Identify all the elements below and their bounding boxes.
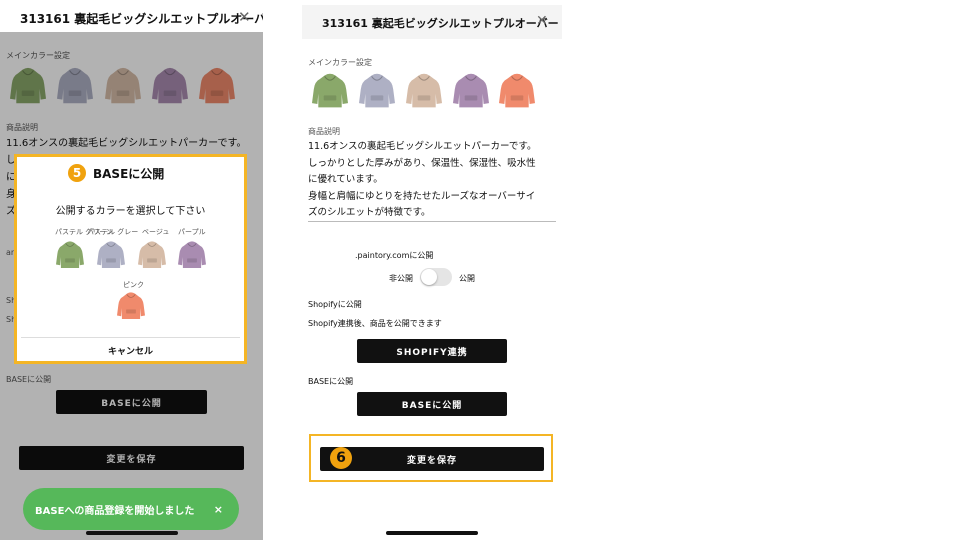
toast-message: BASEへの商品登録を開始しました — [35, 505, 195, 517]
hoodie-icon[interactable] — [406, 72, 442, 110]
color-option-label: ベージュ — [142, 228, 170, 236]
hoodie-icon[interactable] — [56, 240, 84, 270]
description-line: ズのシルエットが特徴です。 — [308, 207, 431, 218]
description-underline — [308, 221, 556, 222]
hoodie-icon[interactable] — [499, 72, 535, 110]
description-text[interactable]: 11.6オンスの裏起毛ビッグシルエットパーカーです。 しっかりとした厚みがあり、… — [308, 139, 536, 222]
hoodie-icon[interactable] — [117, 291, 145, 321]
hoodie-icon[interactable] — [178, 240, 206, 270]
close-icon[interactable]: ✕ — [238, 8, 251, 26]
toggle-on-label: 公開 — [459, 274, 475, 283]
page-title: 313161 裏起毛ビッグシルエットプルオーバー — [20, 12, 263, 26]
left-phone-screen: 313161 裏起毛ビッグシルエットプルオーバー ✕ メインカラー設定 商品説明… — [0, 0, 263, 540]
hoodie-icon[interactable] — [138, 240, 166, 270]
divider — [21, 337, 240, 338]
cancel-button[interactable]: キャンセル — [17, 344, 244, 357]
color-option-label: パープル — [178, 228, 206, 236]
description-line: 身幅と肩幅にゆとりを持たせたルーズなオーバーサイ — [308, 190, 536, 202]
description-line: しっかりとした厚みがあり、保温性、保湿性、吸水性 — [308, 157, 536, 169]
main-color-swatches — [302, 72, 562, 112]
toast-notification: BASEへの商品登録を開始しました × — [23, 488, 239, 530]
home-indicator — [86, 531, 178, 535]
toggle-knob — [421, 269, 437, 285]
description-label: 商品説明 — [308, 127, 340, 136]
home-indicator — [386, 531, 478, 535]
hoodie-icon[interactable] — [359, 72, 395, 110]
close-icon[interactable]: ✕ — [536, 13, 548, 29]
description-line: 11.6オンスの裏起毛ビッグシルエットパーカーです。 — [308, 141, 537, 152]
shopify-section-label: Shopifyに公開 — [308, 300, 362, 309]
modal-prompt: 公開するカラーを選択して下さい — [55, 206, 206, 217]
hoodie-icon[interactable] — [453, 72, 489, 110]
paintory-publish-label: .paintory.comに公開 — [355, 251, 434, 260]
close-icon[interactable]: × — [214, 503, 223, 516]
publish-toggle[interactable] — [420, 268, 452, 286]
toggle-off-label: 非公開 — [389, 274, 413, 283]
hoodie-icon[interactable] — [312, 72, 348, 110]
modal-title: BASEに公開 — [93, 167, 165, 181]
shopify-note: Shopify連携後、商品を公開できます — [308, 319, 442, 328]
main-color-label: メインカラー設定 — [308, 58, 372, 67]
save-changes-button[interactable]: 変更を保存 — [320, 447, 544, 471]
step-number-badge: 5 — [68, 164, 86, 182]
color-option-label: ピンク — [123, 281, 144, 289]
step-number-badge: 6 — [330, 447, 352, 469]
color-option-label: パステル グレー — [87, 228, 139, 236]
hoodie-icon[interactable] — [97, 240, 125, 270]
base-section-label: BASEに公開 — [308, 377, 354, 386]
page-title: 313161 裏起毛ビッグシルエットプルオーバー — [322, 17, 559, 30]
base-publish-button[interactable]: BASEに公開 — [357, 392, 507, 416]
description-line: に優れています。 — [308, 174, 383, 185]
shopify-connect-button[interactable]: SHOPIFY連携 — [357, 339, 507, 363]
base-publish-modal: 5 BASEに公開 公開するカラーを選択して下さい パステル グリーン パステル… — [14, 154, 247, 364]
